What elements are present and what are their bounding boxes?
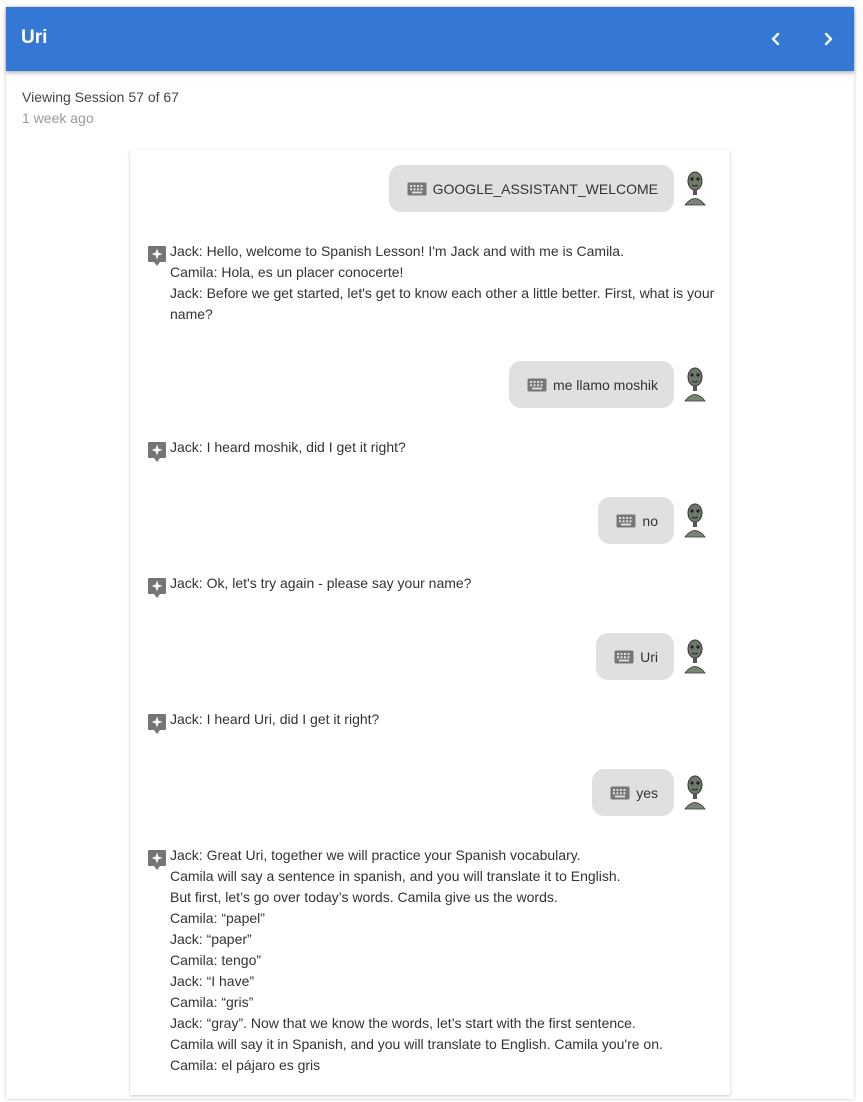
assistant-message: Jack: I heard moshik, did I get it right…: [170, 437, 718, 458]
assistant-message-line: Jack: I heard moshik, did I get it right…: [170, 439, 406, 455]
assistant-message-line: Jack: “gray”. Now that we know the words…: [170, 1015, 636, 1031]
assistant-message-line: Jack: Ok, let's try again - please say y…: [170, 575, 472, 591]
assistant-message-line: Jack: I heard Uri, did I get it right?: [170, 711, 380, 727]
user-message-text: Uri: [640, 648, 658, 665]
assistant-message: Jack: I heard Uri, did I get it right?: [170, 709, 718, 730]
user-message-text: me llamo moshik: [552, 376, 658, 393]
assistant-message-line: Camila will say a sentence in spanish, a…: [170, 868, 621, 884]
chevron-left-icon: [771, 32, 780, 46]
conversation-panel: GOOGLE_ASSISTANT_WELCOME Jack: Hello, wel…: [130, 150, 730, 1095]
assistant-message-line: Jack: Before we get started, let's get t…: [170, 285, 715, 301]
user-message-text: no: [642, 512, 658, 529]
assistant-message-line: Jack: “I have”: [170, 973, 255, 989]
user-message-bubble: GOOGLE_ASSISTANT_WELCOME: [388, 165, 674, 212]
assistant-message-line: Camila: el pájaro es gris: [170, 1057, 321, 1073]
keyboard-icon: [610, 786, 630, 800]
user-message-text: yes: [636, 784, 658, 801]
next-session-button[interactable]: [814, 25, 842, 53]
user-avatar: [682, 502, 708, 538]
chevron-right-icon: [824, 32, 833, 46]
assistant-message: Jack: Great Uri, together we will practi…: [170, 845, 718, 1076]
keyboard-icon: [614, 650, 634, 664]
assistant-message: Jack: Hello, welcome to Spanish Lesson! …: [170, 241, 718, 325]
assistant-icon: [147, 713, 167, 735]
user-message-bubble: Uri: [596, 633, 674, 680]
user-message-bubble: yes: [592, 769, 674, 816]
assistant-message-line: Jack: “paper”: [170, 931, 252, 947]
assistant-message-line: Camila: tengo”: [170, 952, 262, 968]
user-avatar: [682, 366, 708, 402]
assistant-message-line: But first, let’s go over today’s words. …: [170, 889, 558, 905]
user-message-bubble: no: [598, 497, 674, 544]
page-title: Uri: [21, 27, 48, 48]
assistant-message-line: Jack: Great Uri, together we will practi…: [170, 847, 581, 863]
assistant-message-line: Camila: Hola, es un placer conocerte!: [170, 264, 404, 280]
user-avatar: [682, 170, 708, 206]
session-timestamp: 1 week ago: [22, 110, 94, 126]
assistant-icon: [147, 577, 167, 599]
assistant-message-line: Camila: “gris”: [170, 994, 254, 1010]
user-avatar: [682, 774, 708, 810]
assistant-icon: [147, 245, 167, 267]
keyboard-icon: [616, 514, 636, 528]
assistant-message: Jack: Ok, let's try again - please say y…: [170, 573, 718, 594]
assistant-icon: [147, 849, 167, 871]
assistant-message-line: Camila: “papel”: [170, 910, 265, 926]
user-message-bubble: me llamo moshik: [508, 361, 674, 408]
keyboard-icon: [407, 182, 427, 196]
assistant-message-line: Jack: Hello, welcome to Spanish Lesson! …: [170, 243, 624, 259]
assistant-message-line: name?: [170, 306, 213, 322]
user-avatar: [682, 638, 708, 674]
assistant-icon: [147, 441, 167, 463]
session-counter: Viewing Session 57 of 67: [22, 89, 179, 105]
previous-session-button[interactable]: [762, 25, 790, 53]
keyboard-icon: [527, 378, 547, 392]
assistant-message-line: Camila will say it in Spanish, and you w…: [170, 1036, 663, 1052]
user-message-text: GOOGLE_ASSISTANT_WELCOME: [432, 180, 658, 197]
app-header: Uri: [6, 7, 854, 71]
